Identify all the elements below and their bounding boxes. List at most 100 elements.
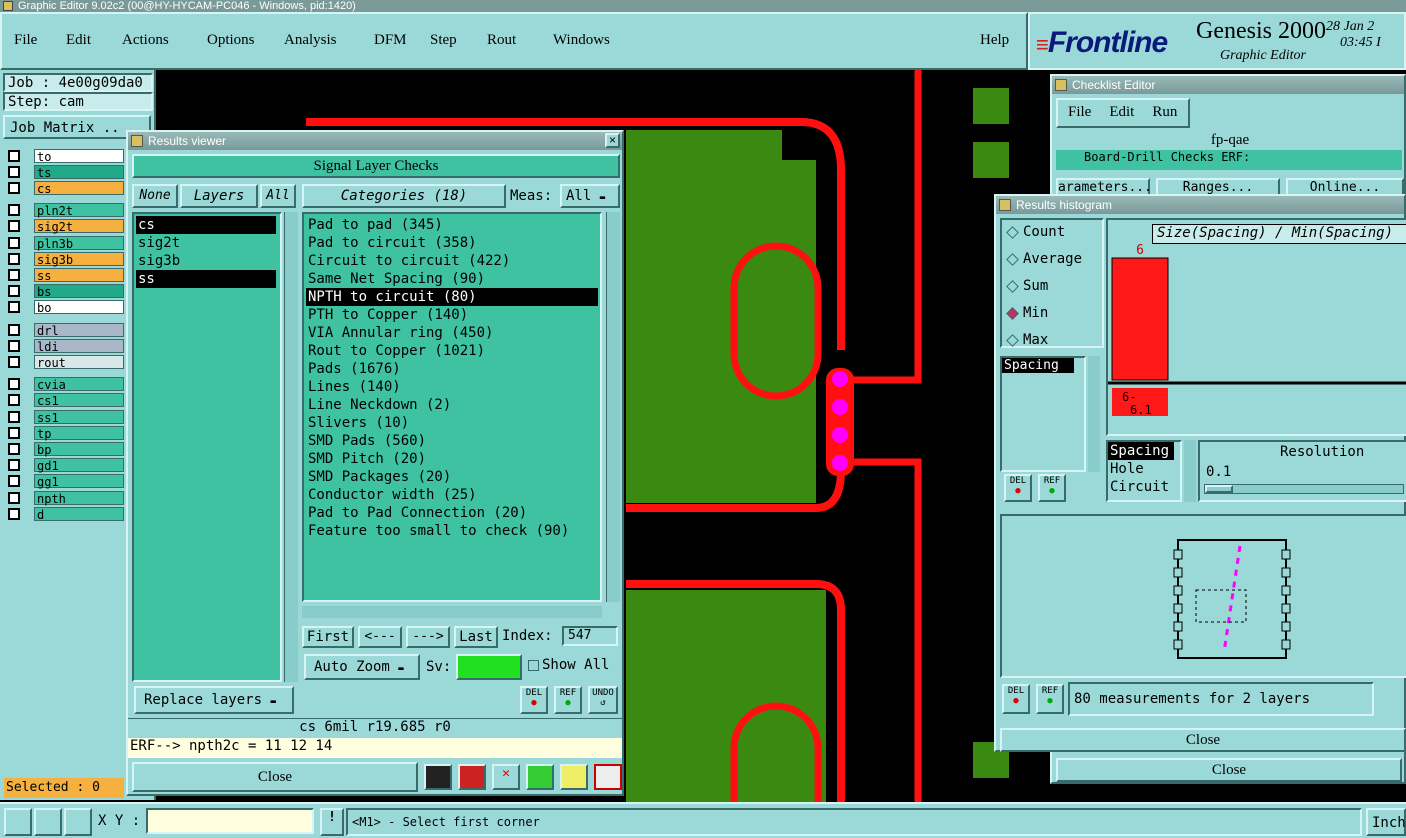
layer-checkbox[interactable] (8, 339, 20, 352)
histogram-icon[interactable] (594, 764, 622, 790)
category-item[interactable]: Rout to Copper (1021) (306, 342, 598, 360)
layer-row-sig3b[interactable]: sig3b (4, 251, 124, 267)
units-button[interactable]: Inch (1366, 808, 1406, 836)
window-menu-icon[interactable] (1055, 79, 1067, 91)
menu-help[interactable]: Help (980, 32, 1009, 49)
category-item[interactable]: SMD Pitch (20) (306, 450, 598, 468)
layer-checkbox[interactable] (8, 204, 20, 217)
layer-list-scrollbar[interactable] (284, 212, 298, 682)
layer-list-item[interactable]: cs (136, 216, 276, 234)
menu-options[interactable]: Options (207, 32, 255, 49)
layer-row-bs[interactable]: bs (4, 284, 124, 299)
layer-checkbox[interactable] (8, 301, 20, 314)
index-input[interactable]: 547 (562, 626, 618, 646)
attr-list-scrollbar[interactable] (1088, 356, 1100, 472)
attr-item[interactable]: Circuit (1108, 478, 1180, 496)
layer-checkbox[interactable] (8, 285, 20, 298)
option-average[interactable]: Average (1006, 251, 1082, 267)
window-menu-icon[interactable] (3, 1, 13, 11)
layer-row-drl[interactable]: drl (4, 322, 124, 338)
checklist-close-button[interactable]: Close (1056, 758, 1402, 782)
show-all-checkbox[interactable] (528, 660, 539, 671)
layer-row-pln3b[interactable]: pln3b (4, 235, 124, 251)
last-button[interactable]: Last (454, 626, 498, 648)
layer-list-item[interactable]: sig3b (136, 252, 276, 270)
erf-icon[interactable] (458, 764, 486, 790)
layer-row-sig2t[interactable]: sig2t (4, 219, 124, 234)
category-item[interactable]: Line Neckdown (2) (306, 396, 598, 414)
layer-checkbox[interactable] (8, 220, 20, 233)
hist-ref-button[interactable]: REF ● (1038, 474, 1066, 502)
menu-file[interactable]: File (14, 32, 37, 49)
category-item[interactable]: Conductor width (25) (306, 486, 598, 504)
layer-row-tp[interactable]: tp (4, 425, 124, 441)
hist-del-button-2[interactable]: DEL ● (1002, 684, 1030, 714)
first-button[interactable]: First (302, 626, 354, 648)
layer-row-ss1[interactable]: ss1 (4, 409, 124, 425)
list-item[interactable]: Spacing (1002, 358, 1074, 373)
layer-row-bo[interactable]: bo (4, 300, 124, 315)
layer-row-ts[interactable]: ts (4, 164, 124, 180)
all-button[interactable]: All (260, 184, 296, 208)
alert-icon[interactable]: ! (320, 808, 344, 836)
notes-icon[interactable] (560, 764, 588, 790)
option-max[interactable]: Max (1006, 332, 1048, 348)
ref-disable-icon[interactable]: ✕ (492, 764, 520, 790)
zoom-box-icon[interactable] (4, 808, 32, 836)
layer-checkbox[interactable] (8, 410, 20, 423)
grid-icon[interactable] (64, 808, 92, 836)
close-icon[interactable]: × (605, 133, 620, 148)
category-item[interactable]: SMD Pads (560) (306, 432, 598, 450)
layer-row-cs[interactable]: cs (4, 180, 124, 196)
del-button[interactable]: DEL ● (520, 686, 548, 714)
layer-checkbox[interactable] (8, 252, 20, 265)
window-menu-icon[interactable] (999, 199, 1011, 211)
category-item[interactable]: Lines (140) (306, 378, 598, 396)
xy-input[interactable] (146, 808, 314, 834)
window-menu-icon[interactable] (131, 135, 143, 147)
option-sum[interactable]: Sum (1006, 278, 1048, 294)
checklist-menu-run[interactable]: Run (1152, 104, 1177, 122)
layer-list-item[interactable]: sig2t (136, 234, 276, 252)
category-item[interactable]: NPTH to circuit (80) (306, 288, 598, 306)
menu-analysis[interactable]: Analysis (284, 32, 337, 49)
layer-row-bp[interactable]: bp (4, 441, 124, 457)
option-count[interactable]: Count (1006, 224, 1065, 240)
layer-checkbox[interactable] (8, 236, 20, 249)
attr-item[interactable]: Spacing (1108, 442, 1174, 460)
prev-button[interactable]: <--- (358, 626, 402, 648)
layer-checkbox[interactable] (8, 181, 20, 194)
checklist-menu-file[interactable]: File (1068, 104, 1091, 122)
layer-checkbox[interactable] (8, 507, 20, 520)
histogram-close-button[interactable]: Close (1000, 728, 1406, 752)
layer-row-ldi[interactable]: ldi (4, 338, 124, 354)
layer-list-item[interactable]: ss (136, 270, 276, 288)
sv-color-dropdown[interactable] (456, 654, 522, 680)
layer-checkbox[interactable] (8, 355, 20, 368)
layer-checkbox[interactable] (8, 491, 20, 504)
menu-actions[interactable]: Actions (122, 32, 169, 49)
none-button[interactable]: None (132, 184, 178, 208)
ref-button[interactable]: REF ● (554, 686, 582, 714)
layer-checkbox[interactable] (8, 459, 20, 472)
menu-dfm[interactable]: DFM (374, 32, 407, 49)
categories-button[interactable]: Categories (18) (302, 184, 506, 208)
category-item[interactable]: Slivers (10) (306, 414, 598, 432)
layer-row-gg1[interactable]: gg1 (4, 474, 124, 489)
next-button[interactable]: ---> (406, 626, 450, 648)
category-item[interactable]: VIA Annular ring (450) (306, 324, 598, 342)
layer-checkbox[interactable] (8, 323, 20, 336)
layer-checkbox[interactable] (8, 426, 20, 439)
layer-checkbox[interactable] (8, 378, 20, 391)
layer-row-ss[interactable]: ss (4, 267, 124, 283)
checklist-row[interactable]: Board-Drill Checks ERF: (1056, 150, 1402, 170)
category-item[interactable]: SMD Packages (20) (306, 468, 598, 486)
measure-icon[interactable] (34, 808, 62, 836)
category-item[interactable]: Feature too small to check (90) (306, 522, 598, 540)
layer-checkbox[interactable] (8, 149, 20, 162)
menu-windows[interactable]: Windows (553, 32, 610, 49)
close-button[interactable]: Close (132, 762, 418, 792)
layer-row-cvia[interactable]: cvia (4, 377, 124, 392)
layer-checkbox[interactable] (8, 394, 20, 407)
category-item[interactable]: Pad to Pad Connection (20) (306, 504, 598, 522)
